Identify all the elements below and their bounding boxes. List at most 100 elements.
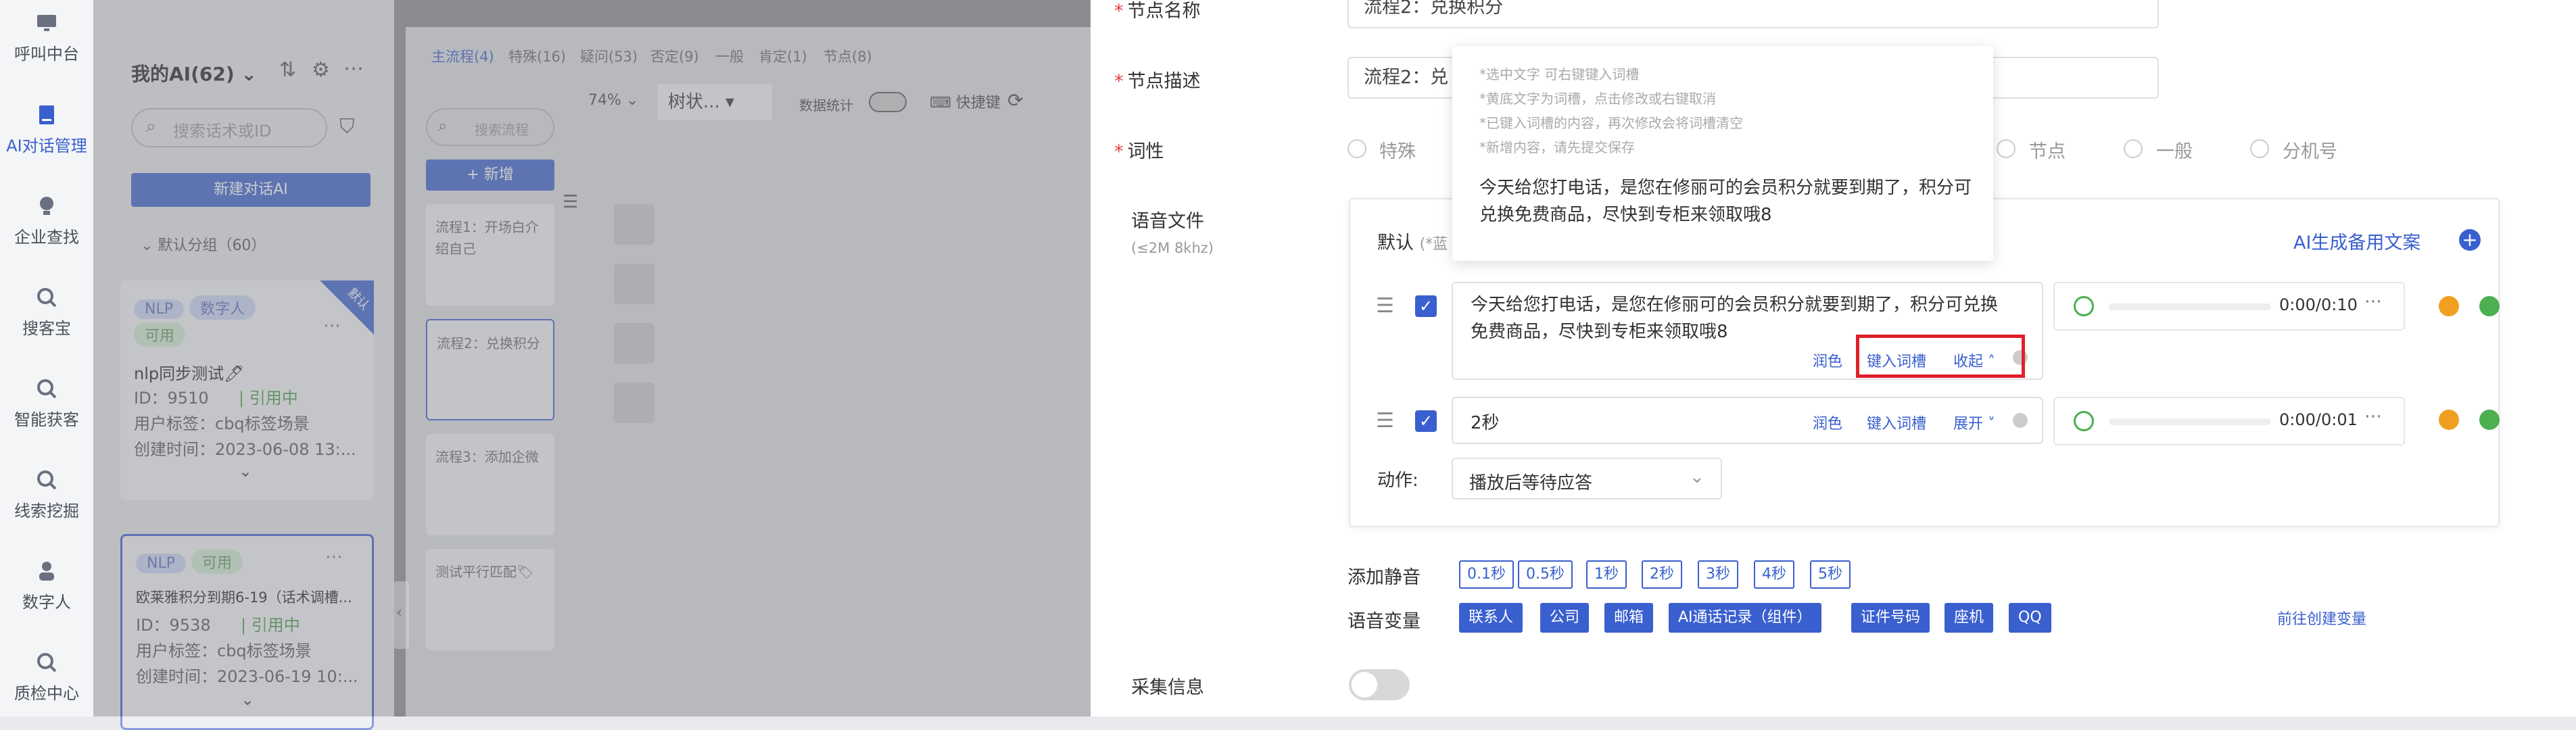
remove-segment-icon[interactable] [2439,410,2459,430]
add-icon[interactable]: + [2459,229,2481,251]
add-flow-button[interactable]: + 新增 [426,160,554,191]
ai-card-selected[interactable]: NLP 可用 ⋯ 欧莱雅积分到期6-19（话术调槽... ID：9538 | 引用… [120,534,374,730]
action-select[interactable]: 播放后等待应答 ⌄ [1452,458,1722,500]
audio-progress[interactable] [2109,303,2271,310]
remove-segment-icon[interactable] [2439,296,2459,316]
flow-node[interactable]: 流程1：开场白介绍自己 [426,204,554,306]
nav-item-qa-center[interactable]: 质检中心 [0,649,93,704]
more-icon[interactable]: ⋯ [2364,406,2382,427]
sort-icon[interactable]: ⇅ [279,58,296,82]
nav-item-digital-human[interactable]: 数字人 [0,558,93,612]
variable-button[interactable]: 联系人 [1459,603,1523,633]
play-icon[interactable] [2074,296,2094,316]
chevron-down-icon[interactable]: ⌄ [239,462,252,481]
expand-link[interactable]: 展开 ˅ [1953,412,1995,433]
silence-option-button[interactable]: 2秒 [1642,560,1682,589]
more-icon[interactable]: ⋯ [325,547,343,567]
gear-icon[interactable]: ⚙ [312,58,330,82]
flow-search-input[interactable]: ⌕ 搜索流程 [426,108,554,146]
flow-node[interactable]: 流程3：添加企微 [426,434,554,535]
tab-general[interactable]: 一般 [715,46,744,66]
ai-card[interactable]: NLP 数字人 可用 默认 ⋯ nlp同步测试🖊 ID：9510 | 引用中 用户… [120,281,374,500]
pos-radio-node[interactable] [1997,139,2016,158]
flow-node[interactable]: 测试平行匹配🏷 [426,549,554,650]
tab-node[interactable]: 节点(8) [824,46,872,66]
download-icon[interactable] [614,323,654,364]
nav-item-ai-dialog[interactable]: AI对话管理 [0,101,93,156]
drag-handle-icon[interactable]: ☰ [1376,409,1394,433]
variable-button[interactable]: 邮箱 [1604,603,1654,633]
segment-text[interactable]: 2秒 [1471,409,1500,434]
clear-icon[interactable] [2013,413,2028,428]
user-tag: 用户标签：cbq标签场景 [134,414,310,433]
pos-option-label: 节点 [2029,141,2066,162]
more-icon[interactable]: ⋯ [323,316,341,336]
chevron-down-icon[interactable]: ⌄ [241,690,254,709]
shortcut-button[interactable]: ⌨ 快捷键 [930,91,1001,112]
silence-option-button[interactable]: 1秒 [1586,560,1627,589]
insert-slot-link[interactable]: 键入词槽 [1867,412,1926,433]
audio-time: 0:00/0:10 [2279,295,2358,314]
drag-handle-icon[interactable]: ☰ [1376,294,1394,318]
reset-icon[interactable] [614,383,654,423]
tab-positive[interactable]: 肯定(1) [759,46,807,66]
variable-button[interactable]: 座机 [1945,603,1994,633]
audio-player: 0:00/0:01 ⋯ [2053,397,2405,445]
add-segment-icon[interactable] [2479,410,2500,430]
silence-option-button[interactable]: 3秒 [1698,560,1738,589]
tab-question[interactable]: 疑问(53) [580,46,638,66]
collect-info-toggle[interactable] [1349,669,1410,700]
new-ai-button[interactable]: 新建对话AI [131,173,371,207]
flow-node-selected[interactable]: 流程2：兑换积分 [426,319,554,420]
zoom-in-icon[interactable] [614,204,654,245]
nav-item-call-center[interactable]: 呼叫中台 [0,9,93,64]
node-name-input[interactable]: 流程2：兑换积分 [1347,0,2159,28]
pos-radio-extension[interactable] [2250,139,2269,158]
variable-button[interactable]: AI通话记录（组件） [1669,603,1821,633]
refresh-icon[interactable]: ⟳ [1007,89,1023,112]
view-mode-select[interactable]: 树状... ▾ [657,84,772,120]
silence-option-button[interactable]: 5秒 [1810,560,1851,589]
nav-item-lead-mining[interactable]: 线索挖掘 [0,466,93,521]
created-time: 创建时间：2023-06-19 10:... [136,667,358,686]
toggle-knob [1352,672,1377,698]
more-icon[interactable]: ⋯ [2364,291,2382,312]
nav-item-soukebao[interactable]: 搜客宝 [0,284,93,339]
variable-button[interactable]: 公司 [1540,603,1590,633]
silence-option-button[interactable]: 4秒 [1754,560,1794,589]
data-stats-toggle[interactable] [869,92,907,112]
segment-text-area[interactable]: 2秒 润色 键入词槽 展开 ˅ [1452,397,2043,444]
tab-main-flow[interactable]: 主流程(4) [431,46,494,66]
pos-radio-general[interactable] [2124,139,2143,158]
silence-option-button[interactable]: 0.1秒 [1459,560,1514,589]
zoom-out-icon[interactable] [614,264,654,304]
pos-radio-special[interactable] [1347,139,1366,158]
segment-checkbox[interactable]: ✓ [1415,295,1437,317]
nav-item-enterprise-search[interactable]: 企业查找 [0,193,93,247]
polish-link[interactable]: 润色 [1813,349,1842,371]
silence-option-button[interactable]: 0.5秒 [1518,560,1573,589]
list-icon[interactable]: ☰ [563,192,578,212]
voice-file-hint: (≤2M 8khz) [1131,240,1214,256]
nav-item-smart-acquire[interactable]: 智能获客 [0,375,93,430]
group-toggle[interactable]: ⌄ 默认分组（60） [141,233,266,255]
add-segment-icon[interactable] [2479,296,2500,316]
search-icon [37,288,57,308]
create-variable-link[interactable]: 前往创建变量 [2277,607,2366,629]
segment-checkbox[interactable]: ✓ [1415,410,1437,432]
ai-backup-link[interactable]: AI生成备用文案 [2293,228,2420,254]
zoom-select[interactable]: 74% ⌄ [588,92,638,109]
variable-button[interactable]: QQ [2009,603,2051,633]
pos-label: * 词性 [1114,141,1164,162]
ai-list-title[interactable]: 我的AI(62) ⌄ [131,59,257,87]
tab-special[interactable]: 特殊(16) [508,46,566,66]
voice-variable-label: 语音变量 [1347,611,1421,632]
variable-button[interactable]: 证件号码 [1851,603,1930,633]
more-icon[interactable]: ⋯ [343,57,364,80]
audio-progress[interactable] [2109,418,2271,425]
play-icon[interactable] [2074,411,2094,431]
polish-link[interactable]: 润色 [1813,412,1842,433]
filter-icon[interactable]: ⛉ [339,115,355,139]
tab-negative[interactable]: 否定(9) [650,46,699,66]
ai-search-input[interactable]: ⌕ 搜索话术或ID [131,108,327,147]
